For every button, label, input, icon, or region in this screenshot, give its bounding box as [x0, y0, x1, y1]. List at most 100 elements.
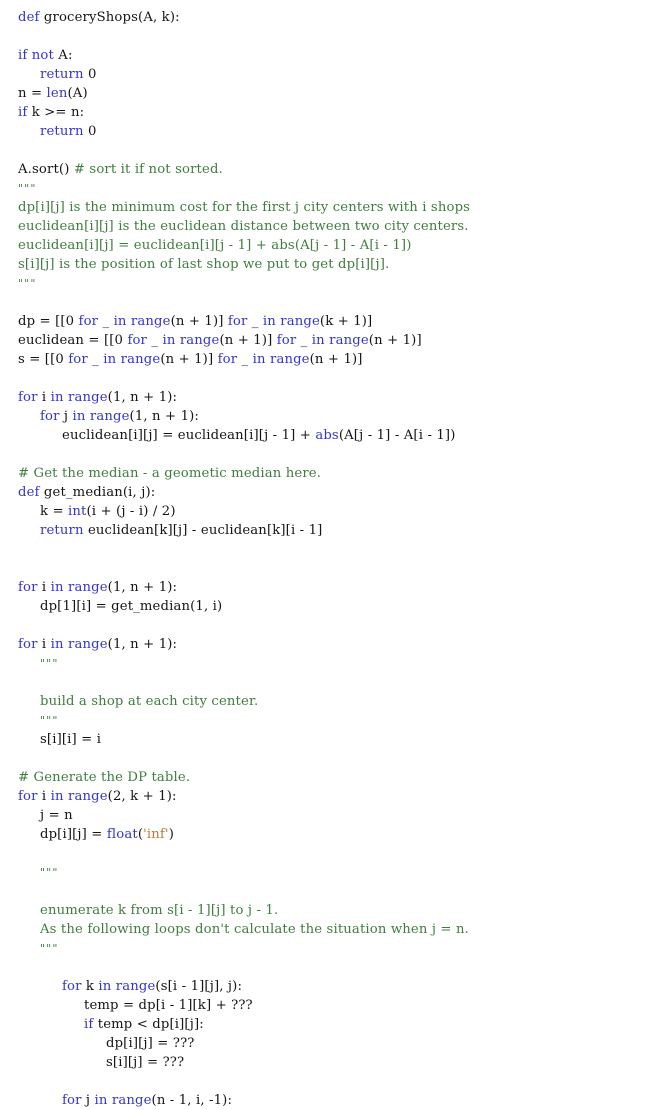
code-line: s = [[0 for _ in range(n + 1)] for _ in … [0, 350, 662, 369]
code-token-pl: j = n [40, 808, 73, 823]
code-line: """ [0, 863, 662, 882]
code-token-tq: """ [18, 182, 37, 195]
code-token-kw: for [227, 314, 248, 329]
code-token-pl: (i + (j - i) / 2) [86, 504, 176, 519]
code-token-kw: range [89, 409, 130, 424]
code-token-pl: _ [98, 314, 114, 329]
code-token-kw: range [120, 352, 161, 367]
code-token-kw: range [68, 580, 108, 595]
code-line: for k in range(s[i - 1][j], j): [0, 977, 662, 996]
code-line: """ [0, 179, 662, 198]
code-token-pl: s[i][j] = ??? [106, 1055, 185, 1070]
code-line: for i in range(1, n + 1): [0, 388, 662, 407]
code-token-kw: if not [18, 48, 54, 63]
code-token-pl: (k + 1)] [319, 314, 373, 329]
code-line: euclidean[i][j] = euclidean[i][j - 1] + … [0, 426, 662, 445]
code-line: j = n [0, 806, 662, 825]
code-listing: def groceryShops(A, k): if not A: return … [0, 0, 662, 1108]
code-token-kw: range [280, 314, 320, 329]
code-token-kw: for [276, 333, 297, 348]
code-token-pl: 0 [83, 67, 97, 82]
code-token-pl: A.sort() [18, 162, 74, 177]
code-line: dp[1][i] = get_median(1, i) [0, 597, 662, 616]
code-token-pl: k >= n: [27, 105, 85, 120]
code-token-kw: return [40, 523, 84, 538]
code-token-kw: if [18, 105, 28, 120]
code-line: euclidean = [[0 for _ in range(n + 1)] f… [0, 331, 662, 350]
code-line: dp = [[0 for _ in range(n + 1)] for _ in… [0, 312, 662, 331]
code-line: dp[i][j] = ??? [0, 1034, 662, 1053]
code-line: enumerate k from s[i - 1][j] to j - 1. [0, 901, 662, 920]
code-token-pl: euclidean[k][j] - euclidean[k][i - 1] [83, 523, 323, 538]
code-token-kw: in [72, 409, 86, 424]
code-token-kw: len [46, 86, 68, 101]
code-line: As the following loops don't calculate t… [0, 920, 662, 939]
code-token-kw: range [130, 314, 171, 329]
code-token-kw: range [68, 789, 108, 804]
code-line: for i in range(1, n + 1): [0, 635, 662, 654]
code-token-pl: dp[i][j] = ??? [106, 1036, 195, 1051]
code-token-pl: i [37, 390, 51, 405]
code-token-kw: in [50, 390, 64, 405]
code-line: def groceryShops(A, k): [0, 8, 662, 27]
code-token-pl: dp[1][i] = get_median(1, i) [40, 599, 223, 614]
code-token-tq: """ [18, 277, 37, 290]
code-line: for i in range(1, n + 1): [0, 578, 662, 597]
code-token-pl: _ [247, 314, 263, 329]
code-token-kw: range [115, 979, 156, 994]
code-token-pl: _ [87, 352, 104, 367]
code-token-kw: for [40, 409, 60, 424]
code-line: # Get the median - a geometic median her… [0, 464, 662, 483]
code-token-pl: k [81, 979, 99, 994]
code-token-pl: (n + 1)] [170, 314, 228, 329]
code-line: k = int(i + (j - i) / 2) [0, 502, 662, 521]
code-line: s[i][i] = i [0, 730, 662, 749]
code-token-kw: for [62, 979, 82, 994]
code-line: for j in range(1, n + 1): [0, 407, 662, 426]
code-token-kw: range [179, 333, 220, 348]
code-token-kw: range [269, 352, 310, 367]
code-line: if k >= n: [0, 103, 662, 122]
code-token-pl: (A) [67, 86, 88, 101]
code-line: s[i][j] = ??? [0, 1053, 662, 1072]
code-token-cm: # sort it if not sorted. [73, 162, 223, 177]
code-token-kw: int [68, 504, 87, 519]
code-token-pl: j [81, 1093, 95, 1108]
code-token-kw: in [50, 580, 64, 595]
code-token-kw: return [40, 67, 84, 82]
code-token-tq: """ [40, 657, 59, 670]
code-token-kw: in [98, 979, 112, 994]
code-token-pl: temp < dp[i][j]: [93, 1017, 204, 1032]
code-line: dp[i][j] is the minimum cost for the fir… [0, 198, 662, 217]
code-token-kw: in [311, 333, 325, 348]
code-token-kw: in [94, 1093, 108, 1108]
code-token-kw: in [113, 314, 127, 329]
code-token-cm: enumerate k from s[i - 1][j] to j - 1. [40, 903, 279, 918]
code-token-kw: for [127, 333, 148, 348]
code-token-kw: for [18, 580, 38, 595]
code-token-pl: euclidean[i][j] = euclidean[i][j - 1] + [62, 428, 316, 443]
code-line: if not A: [0, 46, 662, 65]
code-token-tq: """ [40, 942, 59, 955]
code-token-pl: dp[i][j] = [40, 827, 107, 842]
code-token-str: 'inf' [143, 827, 169, 842]
code-token-pl: (1, n + 1): [107, 637, 178, 652]
code-token-pl: (1, n + 1): [107, 390, 178, 405]
code-token-pl: i [37, 637, 51, 652]
code-line: # Generate the DP table. [0, 768, 662, 787]
code-token-pl: get_median(i, j): [39, 485, 156, 500]
code-token-kw: in [252, 352, 266, 367]
code-token-tq: """ [40, 714, 59, 727]
code-token-pl: euclidean = [[0 [18, 333, 128, 348]
code-token-kw: range [329, 333, 369, 348]
code-token-kw: def [18, 10, 40, 25]
code-token-kw: range [68, 390, 108, 405]
code-token-cm: As the following loops don't calculate t… [40, 922, 469, 937]
code-token-pl: _ [296, 333, 312, 348]
